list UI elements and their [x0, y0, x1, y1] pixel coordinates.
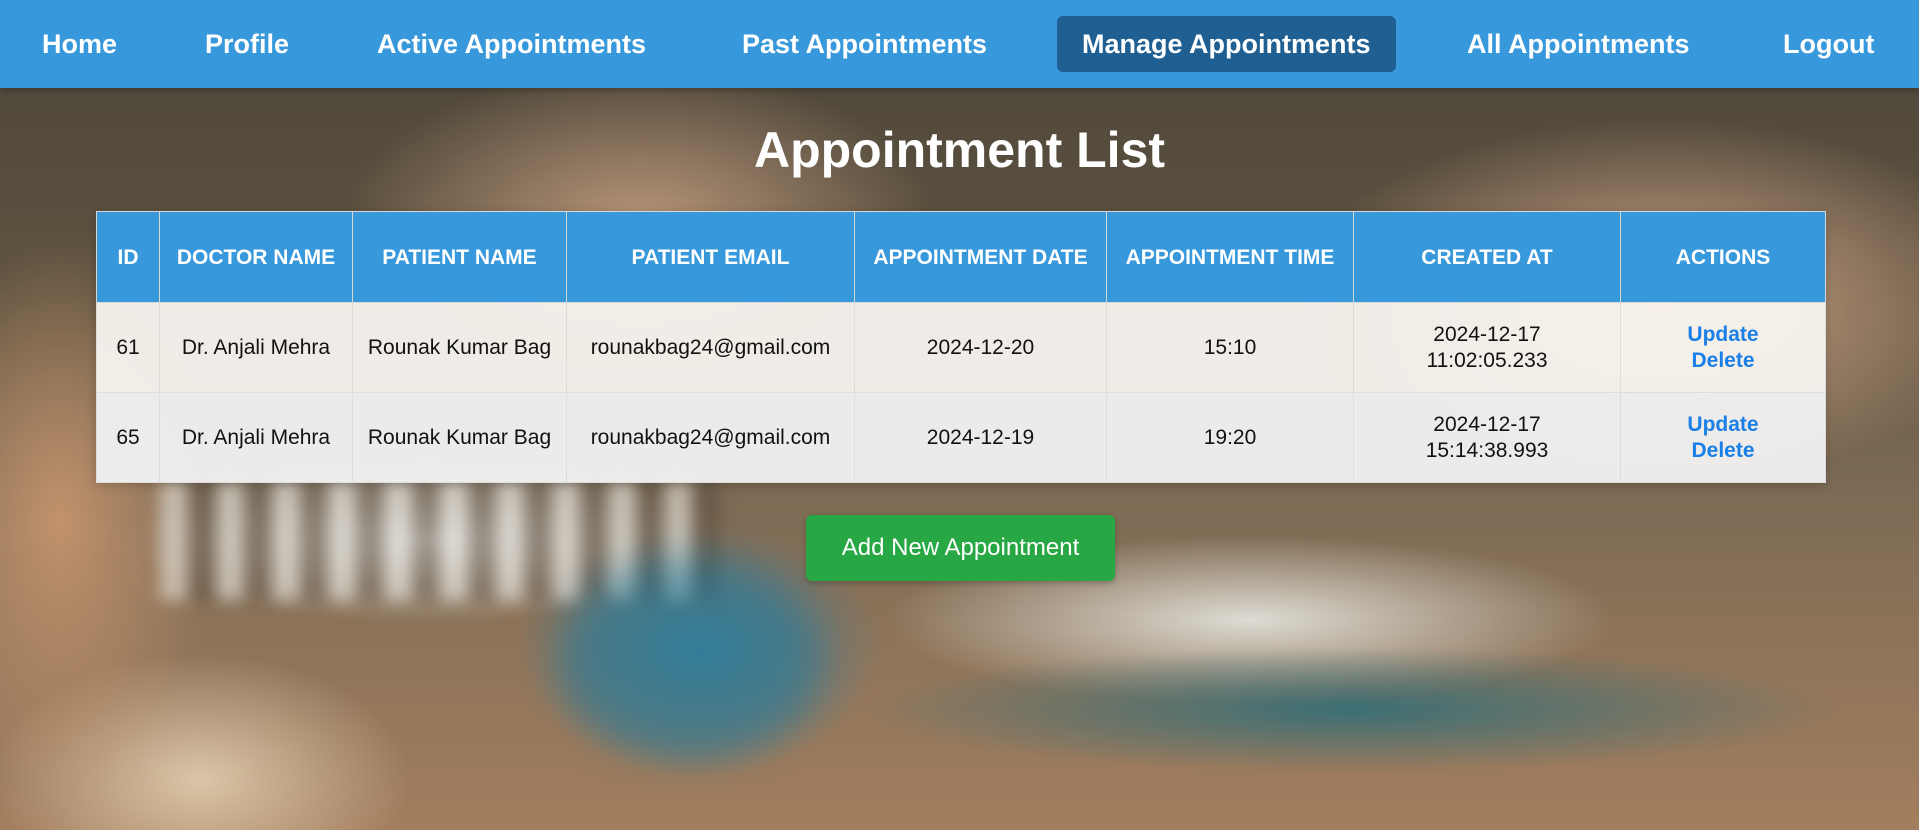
- cell-appointment-time: 19:20: [1106, 392, 1354, 483]
- cell-appointment-time: 15:10: [1106, 302, 1354, 393]
- top-navbar: Home Profile Active Appointments Past Ap…: [0, 0, 1919, 88]
- cell-patient-name: Rounak Kumar Bag: [352, 392, 567, 483]
- appointments-table: ID DOCTOR NAME PATIENT NAME PATIENT EMAI…: [96, 211, 1826, 483]
- table-row: 61 Dr. Anjali Mehra Rounak Kumar Bag rou…: [96, 302, 1826, 393]
- header-actions: ACTIONS: [1620, 211, 1826, 303]
- delete-link[interactable]: Delete: [1631, 438, 1815, 464]
- nav-past-appointments[interactable]: Past Appointments: [742, 16, 987, 72]
- nav-logout[interactable]: Logout: [1783, 16, 1874, 72]
- update-link[interactable]: Update: [1631, 322, 1815, 348]
- cell-actions: Update Delete: [1620, 302, 1826, 393]
- add-new-appointment-button[interactable]: Add New Appointment: [806, 515, 1115, 581]
- nav-manage-appointments[interactable]: Manage Appointments: [1057, 16, 1396, 72]
- header-appointment-date: APPOINTMENT DATE: [854, 211, 1107, 303]
- cell-id: 65: [96, 392, 160, 483]
- nav-all-appointments[interactable]: All Appointments: [1467, 16, 1690, 72]
- cell-created-at: 2024-12-17 11:02:05.233: [1353, 302, 1621, 393]
- created-date: 2024-12-17: [1433, 322, 1541, 346]
- table-header-row: ID DOCTOR NAME PATIENT NAME PATIENT EMAI…: [96, 211, 1826, 303]
- header-id: ID: [96, 211, 160, 303]
- header-patient-name: PATIENT NAME: [352, 211, 567, 303]
- created-time: 15:14:38.993: [1425, 438, 1549, 462]
- cell-patient-email: rounakbag24@gmail.com: [566, 392, 855, 483]
- delete-link[interactable]: Delete: [1631, 348, 1815, 374]
- header-appointment-time: APPOINTMENT TIME: [1106, 211, 1354, 303]
- created-time: 11:02:05.233: [1426, 348, 1548, 372]
- cell-doctor-name: Dr. Anjali Mehra: [159, 302, 353, 393]
- cell-actions: Update Delete: [1620, 392, 1826, 483]
- cell-patient-email: rounakbag24@gmail.com: [566, 302, 855, 393]
- cell-appointment-date: 2024-12-20: [854, 302, 1107, 393]
- header-patient-email: PATIENT EMAIL: [566, 211, 855, 303]
- appointments-table-container: ID DOCTOR NAME PATIENT NAME PATIENT EMAI…: [96, 211, 1826, 483]
- created-date: 2024-12-17: [1433, 412, 1541, 436]
- nav-active-appointments[interactable]: Active Appointments: [377, 16, 646, 72]
- cell-id: 61: [96, 302, 160, 393]
- header-created-at: CREATED AT: [1353, 211, 1621, 303]
- nav-home[interactable]: Home: [42, 16, 117, 72]
- cell-created-at: 2024-12-17 15:14:38.993: [1353, 392, 1621, 483]
- page-title: Appointment List: [753, 122, 1166, 178]
- header-doctor-name: DOCTOR NAME: [159, 211, 353, 303]
- cell-doctor-name: Dr. Anjali Mehra: [159, 392, 353, 483]
- cell-appointment-date: 2024-12-19: [854, 392, 1107, 483]
- table-row: 65 Dr. Anjali Mehra Rounak Kumar Bag rou…: [96, 392, 1826, 483]
- cell-patient-name: Rounak Kumar Bag: [352, 302, 567, 393]
- update-link[interactable]: Update: [1631, 412, 1815, 438]
- nav-profile[interactable]: Profile: [205, 16, 289, 72]
